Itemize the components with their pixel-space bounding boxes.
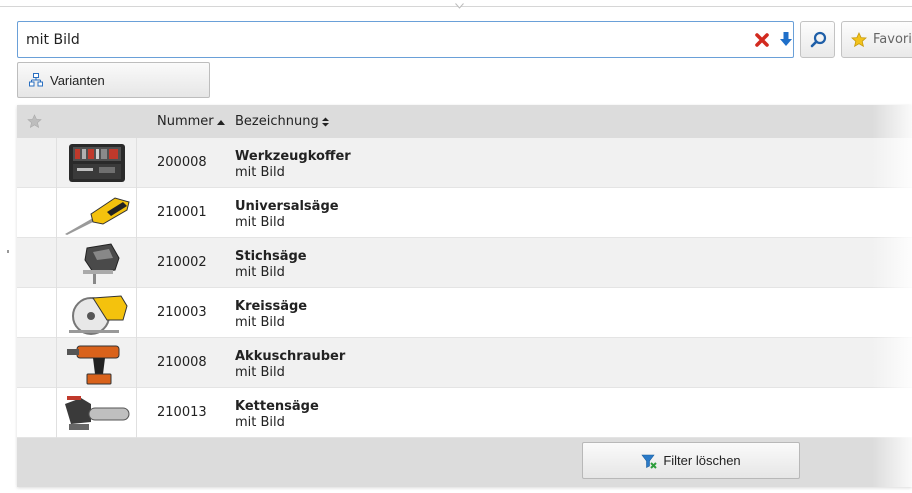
article-image	[57, 238, 137, 288]
collapse-notch-icon[interactable]	[455, 3, 464, 9]
article-image	[57, 388, 137, 438]
table-row[interactable]: 210002 Stichsäge mit Bild	[17, 238, 912, 288]
sort-ascending-icon	[216, 119, 225, 125]
column-header-bezeichnung[interactable]: Bezeichnung	[235, 114, 329, 129]
article-subtitle: mit Bild	[235, 365, 285, 380]
search-button[interactable]	[800, 21, 835, 58]
variants-tree-icon	[29, 73, 43, 87]
cordless-drill-icon	[67, 345, 120, 385]
favorites-label: Favori	[873, 32, 912, 47]
column-header-bezeichnung-label: Bezeichnung	[235, 114, 319, 129]
article-title: Akkuschrauber	[235, 349, 346, 364]
article-image	[57, 338, 137, 388]
variants-label: Varianten	[50, 72, 105, 88]
clear-x-icon[interactable]	[753, 31, 771, 49]
filter-clear-label: Filter löschen	[663, 453, 741, 468]
sort-both-icon	[321, 117, 329, 126]
article-number: 210008	[157, 355, 207, 370]
reciprocating-saw-icon	[65, 197, 130, 235]
circular-saw-icon	[69, 295, 128, 335]
arrow-down-icon[interactable]	[777, 30, 795, 48]
star-icon	[851, 31, 867, 47]
favorite-cell[interactable]	[17, 138, 57, 188]
article-image	[57, 138, 137, 188]
article-subtitle: mit Bild	[235, 415, 285, 430]
article-title: Kettensäge	[235, 399, 319, 414]
article-title: Werkzeugkoffer	[235, 149, 351, 164]
table-row[interactable]: 200008 Werkzeugkoffer mit Bild	[17, 138, 912, 188]
search-input[interactable]	[24, 30, 714, 50]
article-title: Universalsäge	[235, 199, 339, 214]
filter-clear-button[interactable]: Filter löschen	[582, 442, 800, 479]
article-grid: Nummer Bezeichnung 200008 Werkzeugkoffer…	[17, 105, 912, 487]
table-row[interactable]: 210013 Kettensäge mit Bild	[17, 388, 912, 438]
article-subtitle: mit Bild	[235, 215, 285, 230]
article-number: 210003	[157, 305, 207, 320]
search-box[interactable]	[17, 21, 794, 58]
article-title: Kreissäge	[235, 299, 308, 314]
grid-rows: 200008 Werkzeugkoffer mit Bild 210001 Un…	[17, 138, 912, 438]
favorite-cell[interactable]	[17, 188, 57, 238]
star-icon[interactable]	[27, 114, 42, 129]
table-row[interactable]: 210008 Akkuschrauber mit Bild	[17, 338, 912, 388]
article-number: 210001	[157, 205, 207, 220]
article-image	[57, 288, 137, 338]
grid-header: Nummer Bezeichnung	[17, 105, 912, 138]
article-subtitle: mit Bild	[235, 265, 285, 280]
column-header-nummer[interactable]: Nummer	[157, 114, 225, 129]
article-subtitle: mit Bild	[235, 315, 285, 330]
variants-button[interactable]: Varianten	[17, 62, 210, 98]
article-number: 200008	[157, 155, 207, 170]
table-row[interactable]: 210003 Kreissäge mit Bild	[17, 288, 912, 338]
magnifier-icon	[810, 31, 827, 48]
toolbox-icon	[69, 144, 125, 182]
article-number: 210013	[157, 405, 207, 420]
jigsaw-icon	[83, 243, 120, 284]
article-image	[57, 188, 137, 238]
favorite-cell[interactable]	[17, 238, 57, 288]
column-header-nummer-label: Nummer	[157, 114, 214, 129]
chainsaw-icon	[65, 396, 130, 430]
article-number: 210002	[157, 255, 207, 270]
favorite-cell[interactable]	[17, 338, 57, 388]
favorites-button[interactable]: Favori	[841, 21, 912, 58]
grid-footer: Filter löschen	[17, 438, 912, 487]
favorite-cell[interactable]	[17, 388, 57, 438]
favorite-cell[interactable]	[17, 288, 57, 338]
article-subtitle: mit Bild	[235, 165, 285, 180]
article-title: Stichsäge	[235, 249, 307, 264]
table-row[interactable]: 210001 Universalsäge mit Bild	[17, 188, 912, 238]
splitter-handle[interactable]	[7, 250, 9, 253]
filter-clear-icon	[641, 454, 658, 469]
